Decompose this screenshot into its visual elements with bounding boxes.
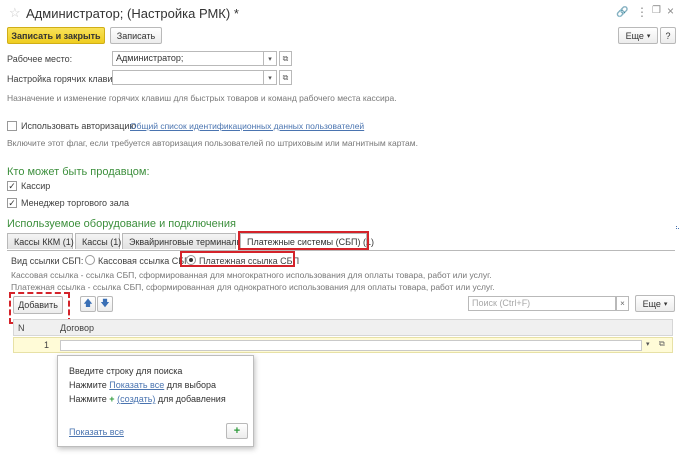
user-ids-link[interactable]: Общий список идентификационных данных по… — [130, 121, 364, 131]
popup-line-3-prefix: Нажмите — [69, 394, 107, 404]
table-more-button[interactable]: Еще ▾ — [635, 295, 675, 312]
hotkeys-dropdown-icon[interactable]: ▾ — [264, 70, 277, 85]
chevron-down-icon: ▾ — [663, 300, 668, 308]
popup-line-2-prefix: Нажмите — [69, 380, 107, 390]
workplace-field[interactable]: Администратор; — [112, 51, 264, 66]
plus-icon: + — [109, 394, 115, 404]
tab-acquiring[interactable]: Эквайринговые терминалы — [122, 233, 243, 249]
hotkeys-hint: Назначение и изменение горячих клавиш дл… — [7, 93, 397, 103]
hotkeys-label: Настройка горячих клавиш: — [7, 74, 123, 84]
section-corner-marker — [676, 226, 679, 229]
more-options-icon[interactable]: ⋮ — [636, 5, 648, 19]
more-label: Еще — [625, 30, 644, 41]
cashier-checkbox[interactable]: ✓ — [7, 181, 17, 191]
link-icon[interactable]: 🔗 — [616, 7, 628, 18]
search-clear-icon[interactable]: × — [616, 296, 629, 311]
popup-show-all-link[interactable]: Показать все — [69, 427, 124, 437]
hotkeys-field[interactable] — [112, 70, 264, 85]
table-header: N Договор — [13, 319, 673, 336]
popup-add-button[interactable]: + — [226, 423, 248, 439]
manager-label: Менеджер торгового зала — [21, 198, 129, 208]
search-input[interactable]: Поиск (Ctrl+F) — [468, 296, 616, 311]
save-and-close-button[interactable]: Записать и закрыть — [7, 27, 105, 44]
favorite-star-icon[interactable]: ☆ — [9, 5, 21, 21]
chevron-down-icon: ▾ — [646, 32, 651, 40]
workplace-dropdown-icon[interactable]: ▾ — [264, 51, 277, 66]
tab-kkm[interactable]: Кассы ККМ (1) — [7, 233, 74, 249]
seller-heading: Кто может быть продавцом: — [7, 166, 150, 178]
help-button[interactable]: ? — [660, 27, 676, 44]
workplace-label: Рабочее место: — [7, 54, 73, 64]
popup-line-2: Нажмите Показать все для выбора — [69, 380, 216, 390]
restore-window-icon[interactable]: ❐ — [652, 5, 661, 16]
sbp-link-type-label: Вид ссылки СБП: — [11, 256, 84, 266]
payment-link-description: Платежная ссылка - ссылка СБП, сформиров… — [11, 282, 495, 292]
use-auth-label: Использовать авторизацию — [21, 121, 137, 131]
table-more-label: Еще — [642, 298, 661, 309]
radio-cash-link[interactable] — [85, 255, 95, 265]
table-row[interactable]: 1 ▾ ⧉ — [13, 337, 673, 353]
contract-input[interactable] — [60, 340, 642, 351]
close-icon[interactable]: × — [667, 4, 674, 18]
popup-create-link[interactable]: (создать) — [117, 394, 155, 404]
search-hint-popup: Введите строку для поиска Нажмите Показа… — [57, 355, 254, 447]
arrow-down-icon[interactable]: 🡇 — [97, 296, 113, 312]
popup-show-all-inline-link[interactable]: Показать все — [109, 380, 164, 390]
radio-cash-label: Кассовая ссылка СБП — [98, 256, 191, 266]
popup-line-3-suffix: для добавления — [157, 394, 226, 404]
column-header-n[interactable]: N — [18, 323, 25, 333]
auth-hint: Включите этот флаг, если требуется автор… — [7, 138, 418, 148]
save-button[interactable]: Записать — [110, 27, 162, 44]
page-title: Администратор; (Настройка РМК) * — [26, 6, 239, 21]
use-auth-checkbox[interactable] — [7, 121, 17, 131]
contract-open-icon[interactable]: ⧉ — [659, 339, 665, 349]
column-header-contract[interactable]: Договор — [60, 323, 94, 333]
arrow-up-icon[interactable]: 🡅 — [80, 296, 96, 312]
tab-sbp-highlight — [238, 231, 369, 250]
popup-line-1: Введите строку для поиска — [69, 366, 183, 376]
row-number: 1 — [44, 340, 50, 350]
hotkeys-open-icon[interactable]: ⧉ — [279, 70, 292, 85]
radio-payment-highlight — [180, 251, 295, 267]
workplace-open-icon[interactable]: ⧉ — [279, 51, 292, 66]
manager-checkbox[interactable]: ✓ — [7, 198, 17, 208]
cash-link-description: Кассовая ссылка - ссылка СБП, сформирова… — [11, 270, 492, 280]
tab-cash[interactable]: Кассы (1) — [75, 233, 121, 249]
popup-line-3: Нажмите + (создать) для добавления — [69, 394, 226, 404]
equipment-heading: Используемое оборудование и подключения — [7, 218, 236, 230]
cashier-label: Кассир — [21, 181, 51, 191]
contract-dropdown-icon[interactable]: ▾ — [646, 340, 650, 348]
tab-panel-divider — [7, 250, 675, 251]
popup-line-2-suffix: для выбора — [166, 380, 217, 390]
more-button[interactable]: Еще ▾ — [618, 27, 658, 44]
